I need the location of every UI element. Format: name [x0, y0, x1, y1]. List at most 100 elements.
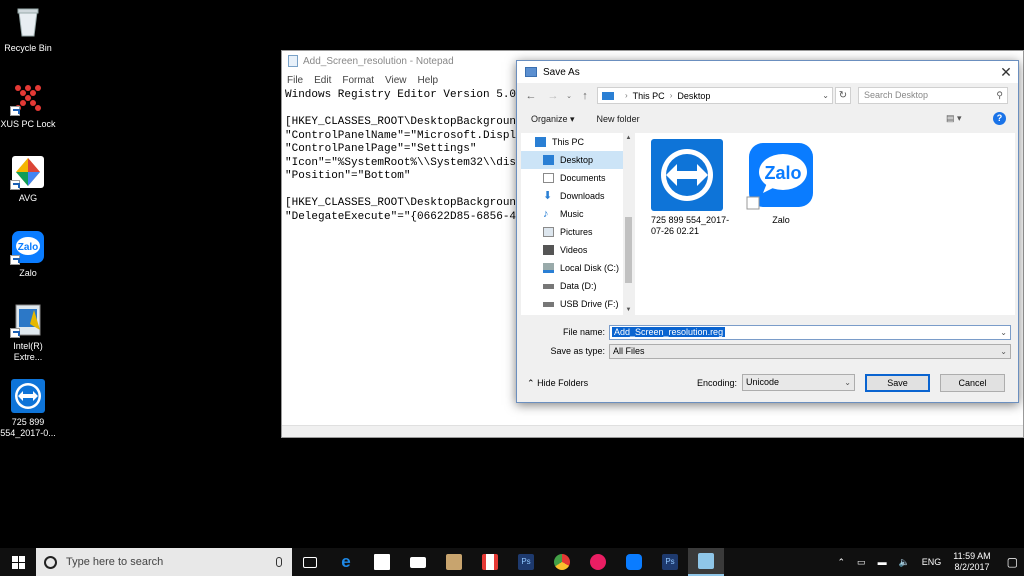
refresh-icon[interactable]: ↻: [835, 87, 851, 104]
recycle-bin-icon: [10, 4, 46, 40]
menu-view[interactable]: View: [385, 75, 407, 86]
nav-item-documents[interactable]: Documents: [521, 169, 634, 187]
help-icon[interactable]: ?: [993, 112, 1006, 125]
file-name-label: Zalo: [772, 215, 790, 225]
xus-pc-lock-icon: [10, 80, 46, 116]
desktop-icon-label: Intel(R) Extre...: [13, 341, 43, 362]
nav-item-pictures[interactable]: Pictures: [521, 223, 634, 241]
cancel-button[interactable]: Cancel: [940, 374, 1005, 392]
nav-item-data-d[interactable]: Data (D:): [521, 277, 634, 295]
desktop-icon-recycle-bin[interactable]: Recycle Bin: [0, 4, 56, 54]
chevron-down-icon[interactable]: ⌄: [822, 91, 829, 100]
recent-locations-chevron-icon[interactable]: ⌄: [561, 92, 577, 100]
shortcut-arrow-icon: [10, 328, 20, 338]
desktop-icon-intel[interactable]: Intel(R) Extre...: [0, 302, 56, 363]
taskbar-gmail[interactable]: [472, 548, 508, 576]
nav-item-label: Videos: [560, 245, 588, 255]
nav-item-this-pc[interactable]: This PC: [521, 133, 634, 151]
avg-icon: [10, 154, 46, 190]
nav-item-desktop[interactable]: Desktop: [521, 151, 634, 169]
up-arrow-icon[interactable]: ↑: [577, 90, 593, 102]
taskbar-edge[interactable]: e: [328, 548, 364, 576]
desktop-icon-zalo[interactable]: Zalo Zalo: [0, 229, 56, 279]
taskbar-notepad[interactable]: [688, 548, 724, 576]
start-button[interactable]: [0, 548, 36, 576]
file-item-zalo[interactable]: Zalo Zalo: [745, 139, 817, 226]
network-icon[interactable]: ▭: [857, 557, 866, 568]
nav-item-usb-drive-f[interactable]: USB Drive (F:): [521, 295, 634, 313]
address-bar[interactable]: › This PC › Desktop ⌄: [597, 87, 833, 104]
desktop-icon-label: Recycle Bin: [4, 43, 52, 53]
navigation-pane-scrollbar[interactable]: ▲ ▼: [623, 133, 634, 315]
windows-logo-icon: [11, 555, 25, 569]
save-as-type-value: All Files: [613, 346, 645, 356]
desktop-icon-xus-pc-lock[interactable]: XUS PC Lock: [0, 80, 56, 130]
taskbar-photoshop-2[interactable]: Ps: [652, 548, 688, 576]
forward-arrow-icon[interactable]: →: [545, 90, 561, 102]
taskbar-app-pink[interactable]: [580, 548, 616, 576]
taskbar-chrome[interactable]: [544, 548, 580, 576]
taskbar-search-box[interactable]: Type here to search: [36, 548, 292, 576]
taskbar-app-1[interactable]: [436, 548, 472, 576]
notepad-icon: [698, 553, 714, 569]
menu-edit[interactable]: Edit: [314, 75, 331, 86]
clock[interactable]: 11:59 AM 8/2/2017: [953, 551, 990, 573]
file-list-pane: 725 899 554_2017-07-26 02.21 Zalo Zalo: [635, 133, 1015, 315]
mail-icon: [410, 556, 426, 568]
search-input[interactable]: Search Desktop ⚲: [858, 87, 1008, 104]
scrollbar-thumb[interactable]: [625, 217, 632, 283]
close-icon[interactable]: ✕: [998, 64, 1014, 80]
scroll-up-icon[interactable]: ▲: [623, 135, 634, 141]
edge-icon: e: [341, 552, 351, 571]
action-center-icon[interactable]: ▢: [1007, 555, 1018, 569]
show-hidden-icons-chevron-icon[interactable]: ⌃: [838, 557, 846, 568]
nav-item-music[interactable]: ♪ Music: [521, 205, 634, 223]
nav-item-local-disk-c[interactable]: Local Disk (C:): [521, 259, 634, 277]
shortcut-arrow-icon: [10, 255, 20, 265]
shortcut-arrow-icon: [10, 180, 20, 190]
taskbar-task-view[interactable]: [292, 548, 328, 576]
file-name-label: 725 899 554_2017-07-26 02.21: [651, 215, 730, 236]
file-name-input[interactable]: Add_Screen_resolution.reg ⌄: [609, 324, 1011, 340]
microphone-icon[interactable]: [276, 557, 282, 567]
language-indicator[interactable]: ENG: [922, 557, 942, 567]
hide-folders-button[interactable]: ⌃ Hide Folders: [527, 378, 588, 389]
encoding-select[interactable]: Unicode ⌄: [742, 374, 855, 391]
menu-format[interactable]: Format: [342, 75, 374, 86]
clock-time: 11:59 AM: [953, 551, 991, 561]
nav-item-downloads[interactable]: ⬇ Downloads: [521, 187, 634, 205]
menu-help[interactable]: Help: [418, 75, 439, 86]
desktop-icon-label: XUS PC Lock: [0, 119, 56, 129]
save-as-titlebar[interactable]: Save As: [517, 61, 1018, 83]
view-options-icon[interactable]: ▤ ▾: [946, 113, 972, 124]
nav-item-label: Pictures: [560, 227, 593, 237]
volume-icon[interactable]: 🔈: [899, 557, 910, 568]
chevron-down-icon[interactable]: ⌄: [1000, 347, 1007, 356]
nav-item-label: Documents: [560, 173, 606, 183]
scroll-down-icon[interactable]: ▼: [623, 307, 634, 313]
nav-item-videos[interactable]: Videos: [521, 241, 634, 259]
taskbar: Type here to search e Ps Ps ⌃ ▭ ▬ 🔈 ENG …: [0, 548, 1024, 576]
save-button[interactable]: Save: [865, 374, 930, 392]
battery-icon[interactable]: ▬: [878, 557, 887, 567]
breadcrumb-this-pc[interactable]: This PC: [633, 91, 665, 101]
organize-button[interactable]: Organize ▾: [531, 114, 575, 125]
menu-file[interactable]: File: [287, 75, 303, 86]
desktop-icon-teamviewer-file[interactable]: 725 899 554_2017-0...: [0, 378, 56, 439]
chevron-down-icon[interactable]: ⌄: [1000, 328, 1007, 337]
breadcrumb-desktop[interactable]: Desktop: [677, 91, 710, 101]
notepad-horizontal-scrollbar[interactable]: [282, 425, 1023, 437]
taskbar-photoshop-1[interactable]: Ps: [508, 548, 544, 576]
clock-date: 8/2/2017: [954, 562, 990, 572]
taskbar-zalo[interactable]: [616, 548, 652, 576]
file-item-teamviewer[interactable]: 725 899 554_2017-07-26 02.21: [651, 139, 741, 237]
taskbar-mail[interactable]: [400, 548, 436, 576]
taskbar-store[interactable]: [364, 548, 400, 576]
desktop-icon-avg[interactable]: AVG: [0, 154, 56, 204]
back-arrow-icon[interactable]: ←: [523, 90, 539, 102]
cortana-icon: [44, 555, 57, 569]
new-folder-button[interactable]: New folder: [597, 114, 640, 124]
breadcrumb-separator-icon: ›: [669, 91, 673, 100]
save-as-type-select[interactable]: All Files ⌄: [609, 343, 1011, 359]
search-placeholder: Search Desktop: [864, 90, 929, 100]
